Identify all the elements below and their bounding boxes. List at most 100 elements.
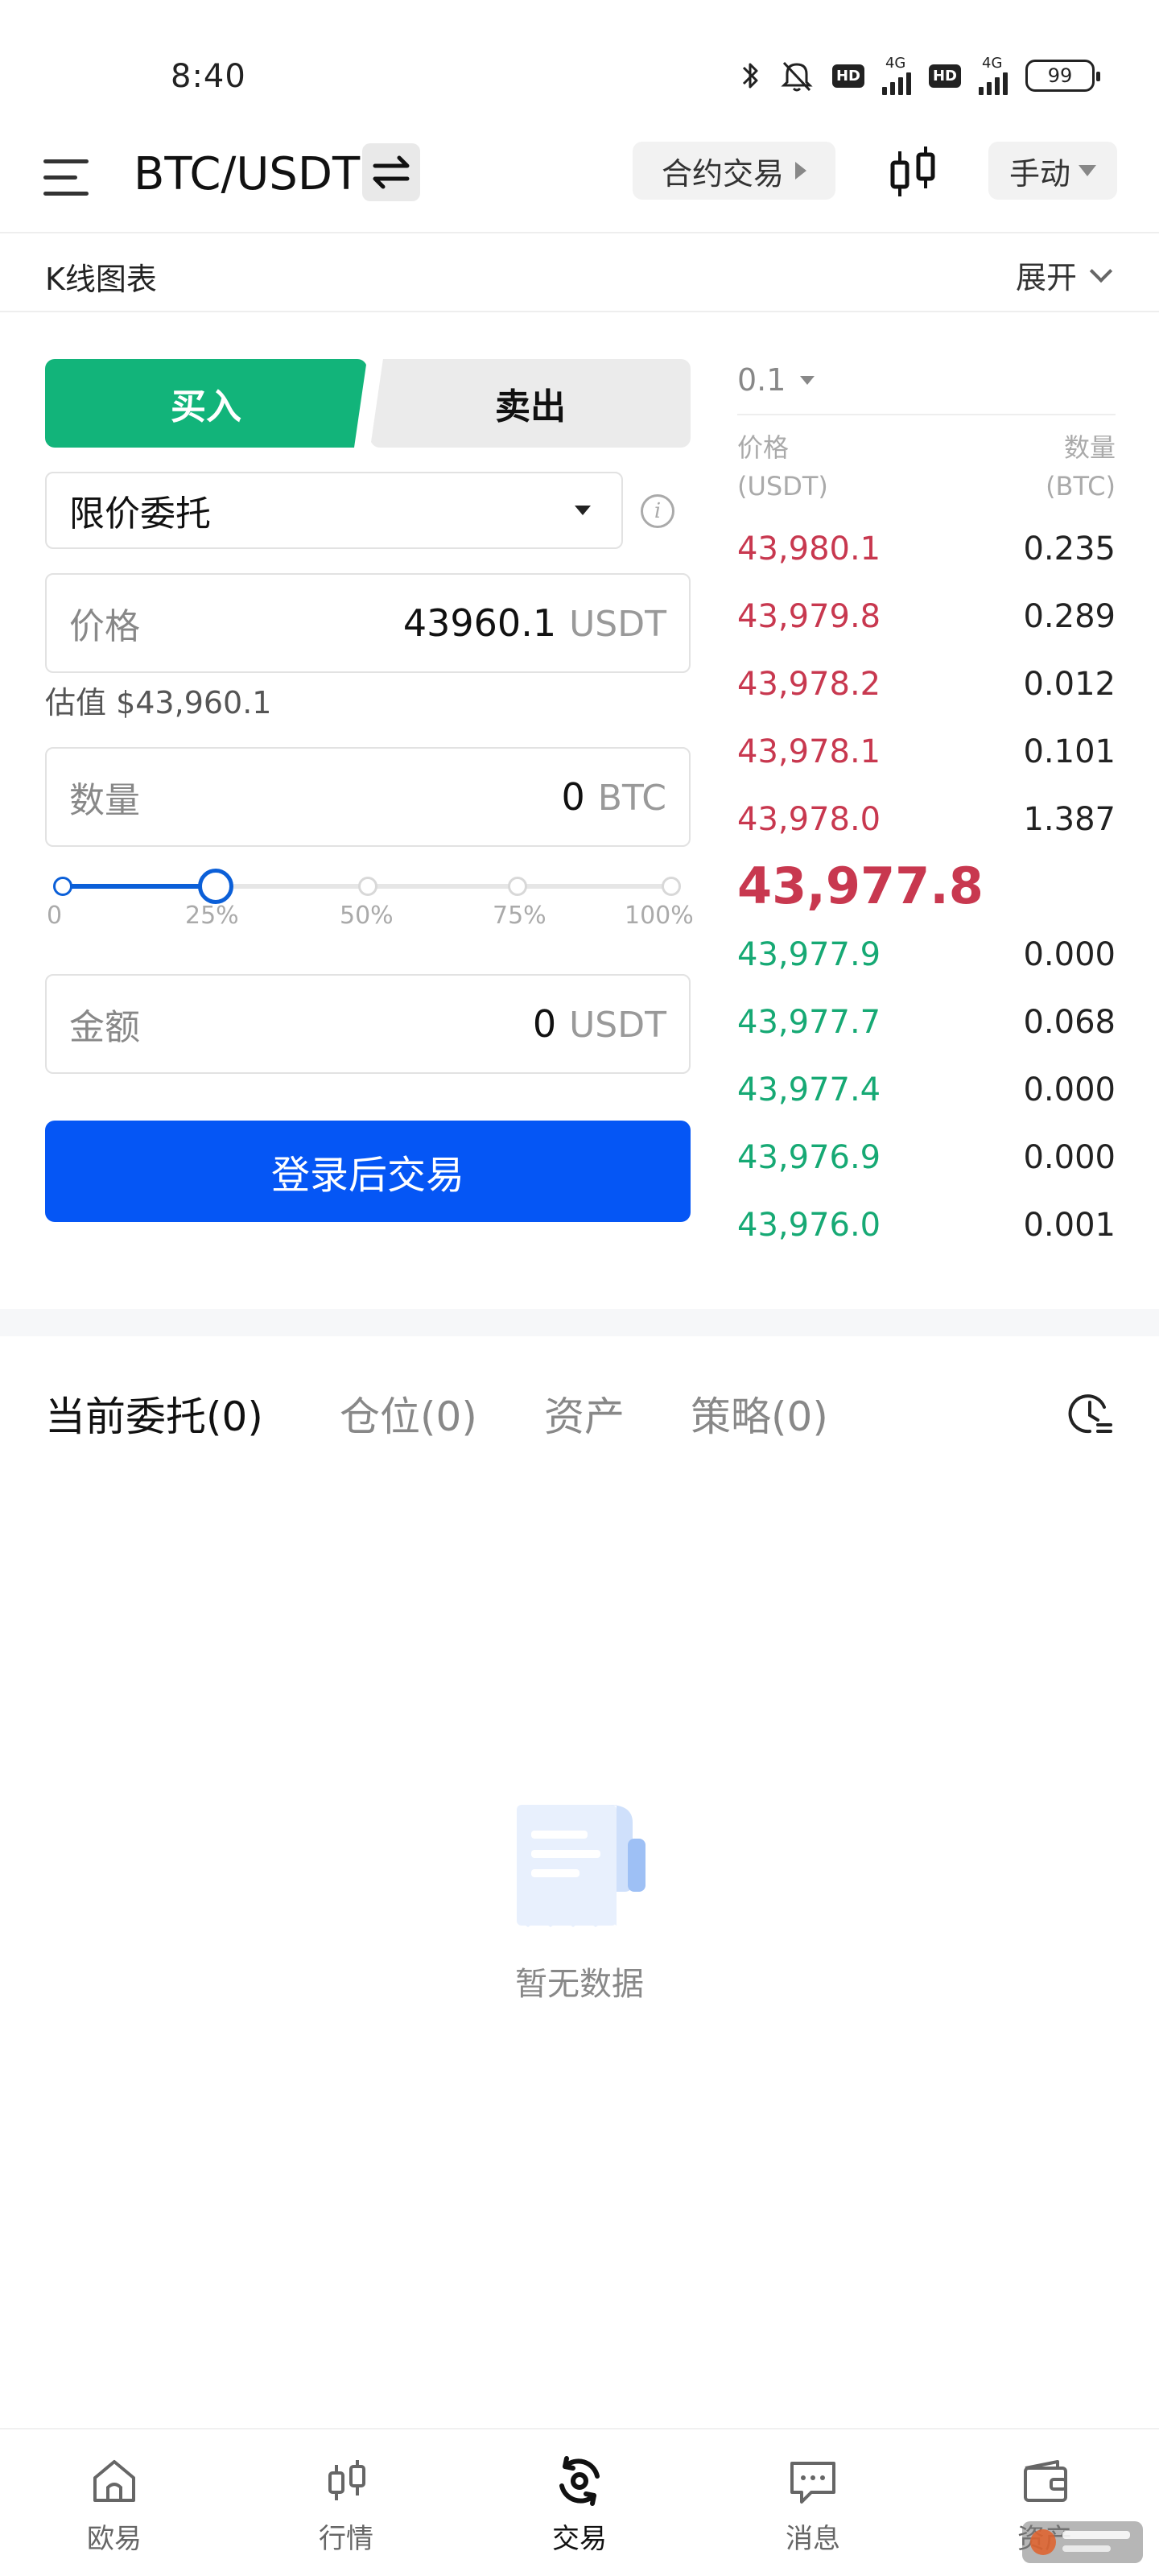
bid-price: 43,976.9	[737, 1139, 881, 1176]
orderbook-price-header-unit: (USDT)	[737, 471, 828, 502]
last-price[interactable]: 43,977.8	[737, 857, 984, 915]
slider-label-25: 25%	[185, 902, 239, 930]
order-type-value: 限价委托	[69, 493, 211, 535]
amount-value: 0	[532, 1002, 557, 1046]
candlestick-icon	[328, 2460, 365, 2500]
amount-input[interactable]: 金额 0 USDT	[45, 974, 691, 1074]
triangle-right-icon	[795, 162, 806, 180]
empty-document-icon	[517, 1805, 645, 1927]
slider-handle[interactable]	[198, 869, 233, 904]
triangle-down-icon	[575, 506, 591, 515]
buy-tab[interactable]: 买入	[45, 359, 367, 448]
sell-tab[interactable]: 卖出	[370, 359, 691, 448]
precision-dropdown[interactable]: 0.1	[737, 362, 815, 398]
ask-qty: 0.235	[1023, 530, 1116, 568]
manual-mode-dropdown[interactable]: 手动	[988, 142, 1117, 200]
ask-price: 43,980.1	[737, 530, 881, 568]
kline-chart-bar[interactable]: K线图表 展开	[0, 235, 1159, 312]
ask-row[interactable]: 43,980.1 0.235	[737, 525, 1116, 573]
slider-node-50[interactable]	[358, 877, 377, 896]
ask-qty: 0.012	[1023, 666, 1116, 703]
manual-mode-label: 手动	[1008, 155, 1070, 192]
slider-fill	[63, 884, 216, 889]
nav-label-trade: 交易	[552, 2523, 607, 2555]
quantity-value: 0	[561, 775, 585, 819]
slider-label-100: 100%	[625, 902, 694, 930]
ask-row[interactable]: 43,978.0 1.387	[737, 795, 1116, 844]
order-type-select[interactable]: 限价委托	[45, 472, 623, 549]
bid-row[interactable]: 43,977.9 0.000	[737, 931, 1116, 979]
wallet-icon	[1024, 2460, 1067, 2502]
bid-qty: 0.000	[1023, 1139, 1116, 1176]
quantity-slider[interactable]: 0 25% 50% 75% 100%	[45, 866, 694, 939]
info-icon[interactable]: i	[641, 494, 674, 528]
site-watermark-logo	[1022, 2521, 1143, 2563]
bid-row[interactable]: 43,977.7 0.068	[737, 998, 1116, 1046]
mute-bell-icon	[779, 58, 815, 93]
amount-unit: USDT	[569, 1005, 666, 1046]
tab-strategies[interactable]: 策略(0)	[691, 1385, 828, 1443]
triangle-down-icon	[1079, 165, 1096, 176]
history-icon[interactable]	[1066, 1389, 1114, 1438]
bid-row[interactable]: 43,977.4 0.000	[737, 1066, 1116, 1114]
nav-item-market[interactable]: 行情	[266, 2452, 427, 2556]
ask-qty: 0.289	[1023, 598, 1116, 635]
slider-label-50: 50%	[340, 902, 394, 930]
precision-value: 0.1	[737, 362, 786, 398]
slider-node-75[interactable]	[508, 877, 527, 896]
slider-label-75: 75%	[493, 902, 547, 930]
ask-price: 43,978.2	[737, 666, 881, 703]
ask-row[interactable]: 43,978.1 0.101	[737, 728, 1116, 776]
bid-qty: 0.068	[1023, 1004, 1116, 1041]
login-to-trade-button[interactable]: 登录后交易	[45, 1121, 691, 1222]
price-value: 43960.1	[402, 601, 557, 645]
orderbook-qty-header-label: 数量	[1063, 432, 1116, 463]
amount-label: 金额	[69, 1007, 140, 1048]
battery-level: 99	[1047, 64, 1073, 87]
candlestick-icon[interactable]	[884, 143, 942, 204]
bid-price: 43,977.7	[737, 1004, 881, 1041]
empty-state-text: 暂无数据	[515, 1966, 644, 2003]
status-icons: HD 4G HD 4G 99	[740, 55, 1100, 95]
slider-node-0[interactable]	[53, 877, 72, 896]
bid-row[interactable]: 43,976.9 0.000	[737, 1133, 1116, 1182]
top-header: BTC/USDT 合约交易 手动	[0, 129, 1159, 233]
hd-badge: HD	[831, 64, 864, 88]
ask-price: 43,978.1	[737, 733, 881, 770]
kline-expand-toggle[interactable]: 展开	[1016, 253, 1113, 297]
ask-row[interactable]: 43,979.8 0.289	[737, 592, 1116, 641]
bid-qty: 0.001	[1023, 1207, 1116, 1244]
network-type: 4G	[885, 55, 906, 72]
nav-item-trade[interactable]: 交易	[499, 2452, 660, 2556]
nav-item-messages[interactable]: 消息	[732, 2452, 893, 2556]
tab-positions[interactable]: 仓位(0)	[340, 1385, 477, 1443]
tab-assets[interactable]: 资产	[544, 1385, 625, 1443]
ask-price: 43,978.0	[737, 801, 881, 838]
bid-price: 43,977.4	[737, 1071, 881, 1108]
network-type: 4G	[982, 55, 1003, 72]
orderbook-price-header: 价格 (USDT)	[737, 428, 828, 506]
nav-item-home[interactable]: 欧易	[34, 2452, 195, 2556]
chevron-down-icon	[1089, 259, 1113, 283]
pair-title[interactable]: BTC/USDT	[134, 148, 360, 200]
battery-icon: 99	[1025, 60, 1100, 92]
ask-qty: 0.101	[1023, 733, 1116, 770]
price-unit: USDT	[569, 604, 666, 645]
tab-current-orders[interactable]: 当前委托(0)	[45, 1385, 263, 1443]
hd-badge: HD	[928, 64, 961, 88]
orderbook-qty-header-unit: (BTC)	[1046, 471, 1116, 502]
swap-pair-button[interactable]	[362, 143, 420, 201]
bid-row[interactable]: 43,976.0 0.001	[737, 1201, 1116, 1249]
slider-node-100[interactable]	[662, 877, 681, 896]
menu-icon[interactable]	[43, 153, 89, 201]
contract-trade-button[interactable]: 合约交易	[633, 142, 835, 200]
orderbook-price-header-label: 价格	[737, 432, 790, 463]
bluetooth-icon	[740, 60, 761, 92]
price-input[interactable]: 价格 43960.1 USDT	[45, 573, 691, 673]
trade-icon	[559, 2456, 600, 2506]
quantity-input[interactable]: 数量 0 BTC	[45, 747, 691, 847]
ask-row[interactable]: 43,978.2 0.012	[737, 660, 1116, 708]
nav-label-messages: 消息	[786, 2523, 840, 2555]
bottom-nav: 欧易 行情 交易 消息	[0, 2428, 1159, 2576]
quantity-unit: BTC	[597, 778, 666, 819]
